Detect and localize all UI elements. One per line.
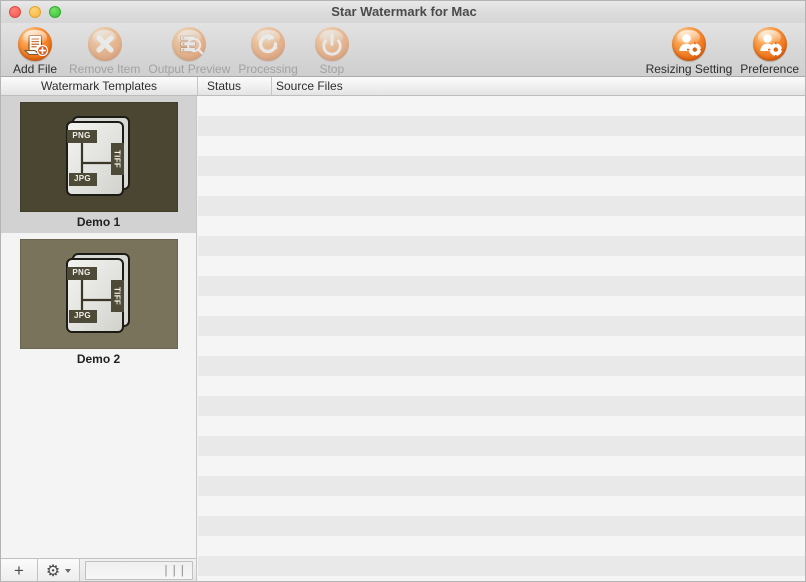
table-row[interactable] xyxy=(198,316,805,336)
stop-button[interactable]: Stop xyxy=(302,23,362,76)
table-row[interactable] xyxy=(198,536,805,556)
source-files-list[interactable] xyxy=(198,96,805,581)
title-bar: Star Watermark for Mac xyxy=(1,1,805,23)
column-header-source-files[interactable]: Source Files xyxy=(272,77,343,95)
column-header-templates[interactable]: Watermark Templates xyxy=(1,77,198,95)
output-preview-button[interactable]: Output Preview xyxy=(144,23,234,76)
table-row[interactable] xyxy=(198,456,805,476)
add-file-button[interactable]: Add File xyxy=(5,23,65,76)
table-row[interactable] xyxy=(198,396,805,416)
column-header-status[interactable]: Status xyxy=(203,77,272,95)
table-row[interactable] xyxy=(198,476,805,496)
window-title: Star Watermark for Mac xyxy=(331,4,477,19)
table-row[interactable] xyxy=(198,196,805,216)
file-formats-icon: PNG TIFF JPG xyxy=(65,116,132,198)
resizing-setting-icon xyxy=(671,27,706,61)
remove-item-button[interactable]: Remove Item xyxy=(65,23,144,76)
resizing-setting-label: Resizing Setting xyxy=(645,62,733,76)
table-row[interactable] xyxy=(198,576,805,581)
chevron-down-icon xyxy=(65,568,72,573)
processing-icon xyxy=(251,27,286,61)
tag-tiff: TIFF xyxy=(110,143,124,175)
table-row[interactable] xyxy=(198,116,805,136)
table-row[interactable] xyxy=(198,356,805,376)
table-row[interactable] xyxy=(198,516,805,536)
app-window: Star Watermark for Mac Add File Remove I… xyxy=(0,0,806,582)
output-preview-icon xyxy=(172,27,207,61)
watermark-templates-sidebar[interactable]: PNG TIFF JPG Demo 1 PNG TIFF JPG Demo 2 xyxy=(1,96,197,558)
sidebar-scrollbar[interactable] xyxy=(190,96,197,558)
toolbar-left-group: Add File Remove Item Output Preview Proc… xyxy=(5,23,362,76)
stop-icon xyxy=(314,27,349,61)
sidebar-footer: + ⚙ ||| xyxy=(1,558,197,581)
table-row[interactable] xyxy=(198,296,805,316)
tag-png: PNG xyxy=(66,130,97,143)
add-file-icon xyxy=(18,27,52,61)
template-thumbnail: PNG TIFF JPG xyxy=(19,102,178,212)
add-file-label: Add File xyxy=(12,62,58,76)
preference-icon xyxy=(752,27,787,61)
processing-button[interactable]: Processing xyxy=(234,23,301,76)
gear-icon: ⚙ xyxy=(45,562,61,580)
table-row[interactable] xyxy=(198,156,805,176)
table-row[interactable] xyxy=(198,176,805,196)
tag-jpg: JPG xyxy=(68,310,97,323)
table-row[interactable] xyxy=(198,336,805,356)
template-thumbnail: PNG TIFF JPG xyxy=(19,239,178,349)
column-header-row: Watermark Templates Status Source Files xyxy=(1,77,805,96)
template-caption: Demo 2 xyxy=(76,352,121,366)
table-row[interactable] xyxy=(198,496,805,516)
template-item-demo-2[interactable]: PNG TIFF JPG Demo 2 xyxy=(1,233,196,370)
table-row[interactable] xyxy=(198,436,805,456)
preference-button[interactable]: Preference xyxy=(736,23,803,76)
processing-label: Processing xyxy=(238,62,298,76)
file-formats-icon: PNG TIFF JPG xyxy=(65,253,132,335)
table-row[interactable] xyxy=(198,136,805,156)
table-row[interactable] xyxy=(198,256,805,276)
tag-png: PNG xyxy=(66,267,97,280)
output-preview-label: Output Preview xyxy=(148,62,231,76)
template-caption: Demo 1 xyxy=(76,215,121,229)
remove-item-icon xyxy=(87,27,122,61)
add-template-button[interactable]: + xyxy=(1,559,38,581)
table-row[interactable] xyxy=(198,236,805,256)
stop-label: Stop xyxy=(319,62,345,76)
tag-jpg: JPG xyxy=(68,173,97,186)
table-row[interactable] xyxy=(198,276,805,296)
table-row[interactable] xyxy=(198,216,805,236)
table-row[interactable] xyxy=(198,556,805,576)
resizing-setting-button[interactable]: Resizing Setting xyxy=(642,23,737,76)
preference-label: Preference xyxy=(740,62,799,76)
toolbar-right-group: Resizing Setting Preference xyxy=(642,23,803,76)
footer-resize-field[interactable]: ||| xyxy=(85,561,193,580)
toolbar: Add File Remove Item Output Preview Proc… xyxy=(1,23,805,77)
table-row[interactable] xyxy=(198,376,805,396)
tag-tiff: TIFF xyxy=(110,280,124,312)
template-item-demo-1[interactable]: PNG TIFF JPG Demo 1 xyxy=(1,96,196,233)
table-row[interactable] xyxy=(198,96,805,116)
template-actions-button[interactable]: ⚙ xyxy=(38,559,80,581)
table-row[interactable] xyxy=(198,416,805,436)
plus-icon: + xyxy=(14,561,24,580)
resize-grip-icon[interactable]: ||| xyxy=(162,565,187,578)
remove-item-label: Remove Item xyxy=(69,62,141,76)
